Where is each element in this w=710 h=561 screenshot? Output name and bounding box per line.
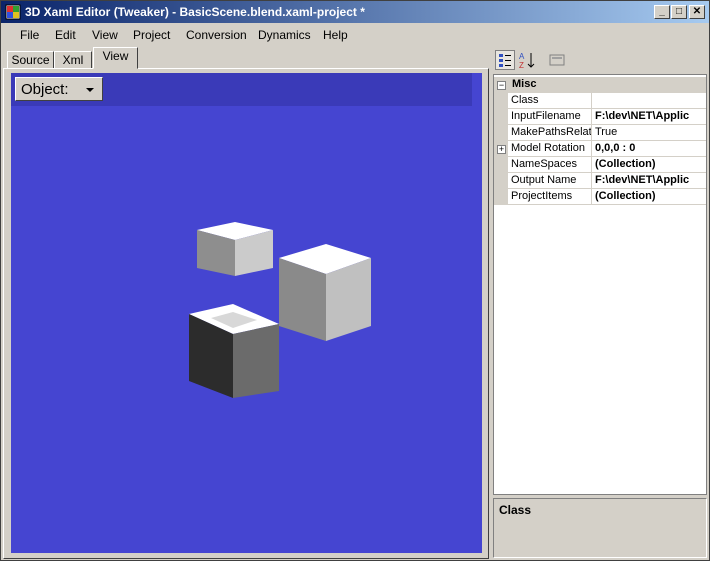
help-title: Class	[499, 503, 532, 517]
scene-render	[189, 222, 371, 398]
cube-bottom-left	[189, 304, 279, 398]
editor-tabs: Source Xml View Object:	[3, 47, 489, 559]
property-value[interactable]: (Collection)	[592, 189, 706, 205]
menu-bar: File Edit View Project Conversion Dynami…	[1, 24, 709, 46]
property-name: MakePathsRelat	[508, 125, 592, 141]
property-name: Model Rotation	[508, 141, 592, 157]
3d-viewport[interactable]: Object:	[11, 73, 482, 553]
tab-xml[interactable]: Xml	[54, 51, 92, 69]
cube-right	[279, 244, 371, 341]
category-misc[interactable]: − Misc	[494, 77, 706, 93]
property-value[interactable]: F:\dev\NET\Applic	[592, 173, 706, 189]
tab-source[interactable]: Source	[7, 51, 54, 69]
property-value[interactable]	[592, 93, 706, 109]
tab-view[interactable]: View	[93, 47, 138, 69]
property-name: ProjectItems	[508, 189, 592, 205]
property-name: InputFilename	[508, 109, 592, 125]
menu-view[interactable]: View	[92, 28, 118, 42]
property-row-namespaces[interactable]: NameSpaces (Collection)	[494, 157, 706, 173]
property-toolbar: A Z	[493, 48, 707, 72]
expand-icon[interactable]: +	[497, 145, 506, 154]
alphabetical-icon[interactable]: A Z	[517, 50, 537, 70]
menu-edit[interactable]: Edit	[55, 28, 76, 42]
object-toolbar: Object:	[11, 73, 472, 106]
property-value[interactable]: 0,0,0 : 0	[592, 141, 706, 157]
svg-text:A: A	[519, 52, 525, 61]
property-row-model-rotation[interactable]: + Model Rotation 0,0,0 : 0	[494, 141, 706, 157]
property-row-projectitems[interactable]: ProjectItems (Collection)	[494, 189, 706, 205]
svg-text:Z: Z	[519, 61, 524, 70]
property-row-output-name[interactable]: Output Name F:\dev\NET\Applic	[494, 173, 706, 189]
app-icon	[5, 4, 21, 20]
categorized-icon[interactable]	[495, 50, 515, 70]
window-title: 3D Xaml Editor (Tweaker) - BasicScene.bl…	[25, 5, 365, 19]
chevron-down-icon	[86, 88, 94, 92]
menu-dynamics[interactable]: Dynamics	[258, 28, 311, 42]
menu-project[interactable]: Project	[133, 28, 170, 42]
category-name: Misc	[512, 78, 537, 90]
property-row-inputfilename[interactable]: InputFilename F:\dev\NET\Applic	[494, 109, 706, 125]
close-button[interactable]: ✕	[689, 5, 705, 19]
main-window: 3D Xaml Editor (Tweaker) - BasicScene.bl…	[0, 0, 710, 561]
maximize-button[interactable]: □	[671, 5, 687, 19]
object-dropdown-label: Object:	[21, 81, 69, 98]
menu-help[interactable]: Help	[323, 28, 348, 42]
property-help-pane: Class	[493, 498, 707, 558]
object-dropdown[interactable]: Object:	[15, 77, 103, 101]
property-name: NameSpaces	[508, 157, 592, 173]
view-panel: Object:	[3, 68, 489, 559]
property-row-makepathsrelative[interactable]: MakePathsRelat True	[494, 125, 706, 141]
minimize-button[interactable]: _	[654, 5, 670, 19]
cube-top-left	[197, 222, 273, 276]
property-value[interactable]: (Collection)	[592, 157, 706, 173]
property-value[interactable]: F:\dev\NET\Applic	[592, 109, 706, 125]
menu-file[interactable]: File	[20, 28, 39, 42]
title-bar[interactable]: 3D Xaml Editor (Tweaker) - BasicScene.bl…	[1, 1, 709, 23]
property-grid: − Misc Class InputFilename F:\dev\NET\Ap…	[493, 74, 707, 495]
property-name: Class	[508, 93, 592, 109]
property-value[interactable]: True	[592, 125, 706, 141]
property-name: Output Name	[508, 173, 592, 189]
menu-conversion[interactable]: Conversion	[186, 28, 247, 42]
property-pages-icon[interactable]	[547, 50, 567, 70]
collapse-icon[interactable]: −	[497, 81, 506, 90]
property-row-class[interactable]: Class	[494, 93, 706, 109]
